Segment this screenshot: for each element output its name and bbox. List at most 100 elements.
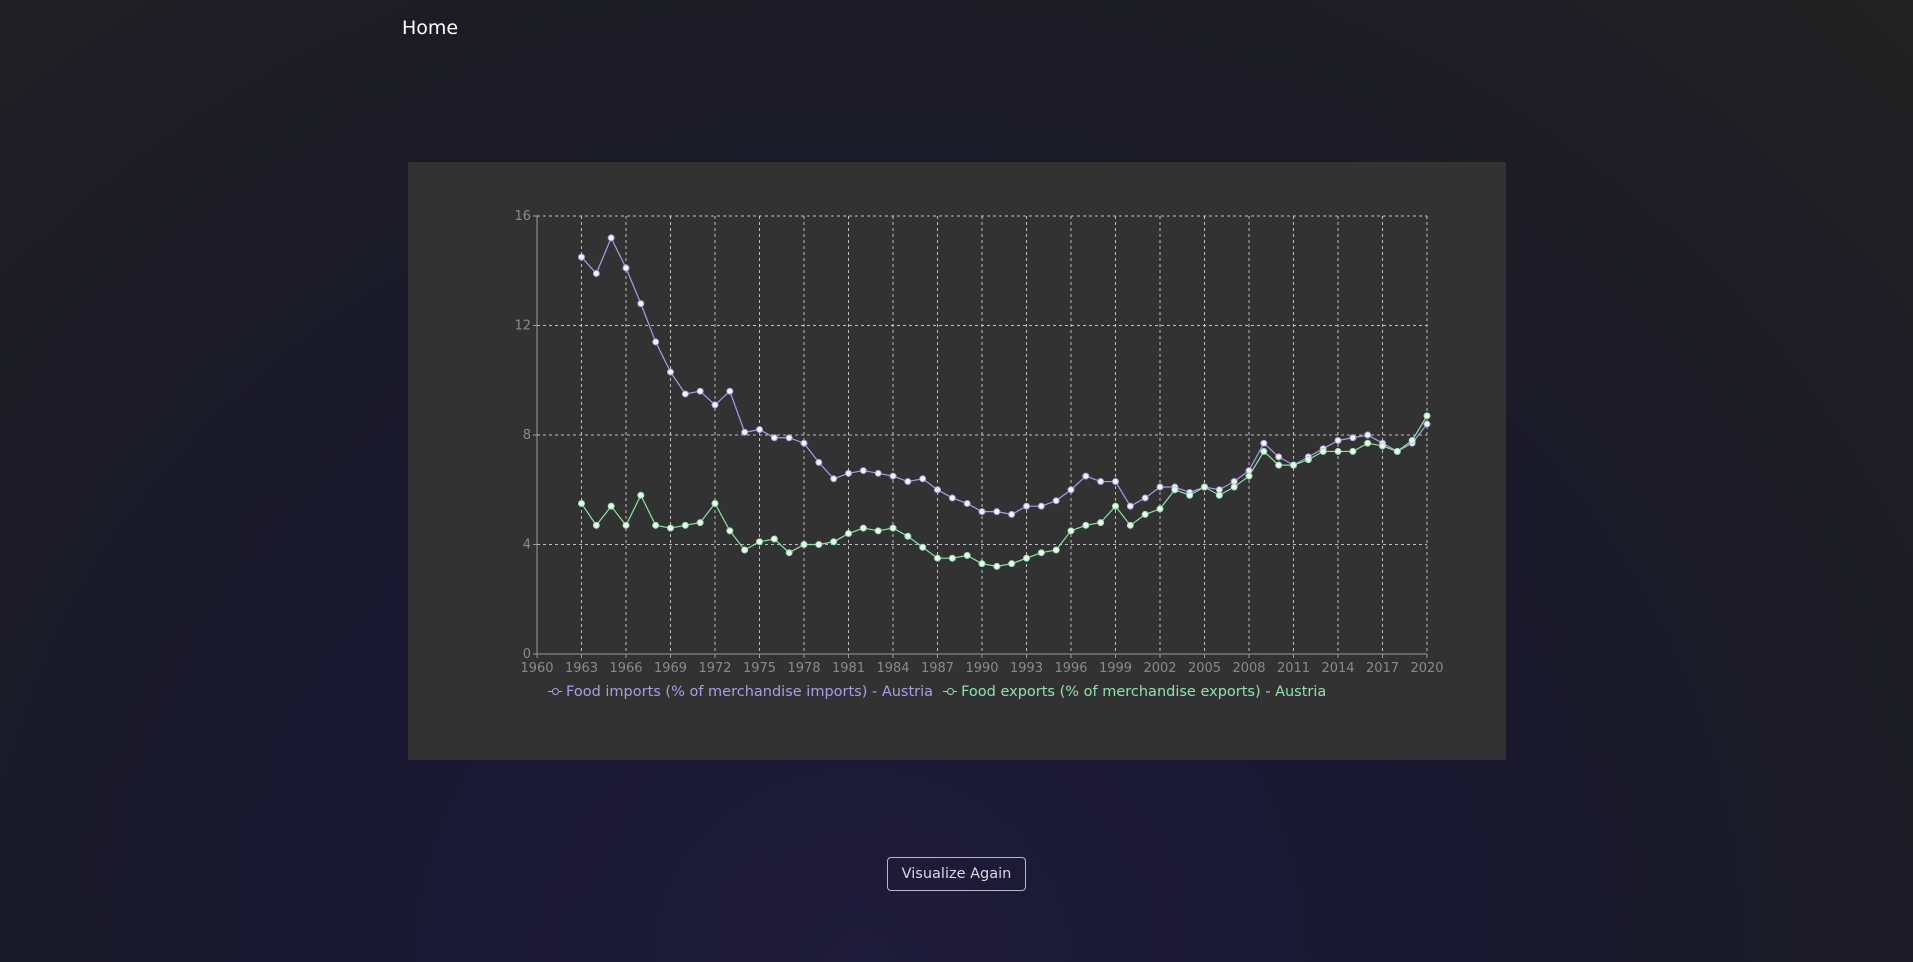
- y-tick-label: 12: [514, 319, 531, 334]
- x-tick-label: 2020: [1410, 661, 1443, 676]
- data-point-imports: [726, 387, 734, 395]
- data-point-imports: [859, 467, 867, 475]
- data-point-imports: [963, 499, 971, 507]
- data-point-exports: [1260, 447, 1268, 455]
- data-point-imports: [696, 387, 704, 395]
- data-point-exports: [1171, 486, 1179, 494]
- data-point-exports: [1112, 502, 1119, 510]
- data-point-exports: [652, 521, 660, 529]
- data-point-imports: [1023, 502, 1030, 510]
- x-tick-label: 1966: [609, 661, 642, 676]
- x-tick-label: 1984: [876, 661, 909, 676]
- chart-card: 1960 1963 1966 1969 1972 1975 1978 1981 1984 1987…: [408, 162, 1506, 760]
- series-line-imports: [581, 236, 1428, 516]
- x-tick-label: 1960: [520, 661, 553, 676]
- data-point-exports: [1126, 521, 1134, 529]
- data-point-exports: [1379, 442, 1386, 450]
- data-point-imports: [1334, 436, 1342, 444]
- data-point-exports: [1423, 412, 1431, 420]
- data-point-exports: [800, 541, 808, 548]
- data-point-imports: [1364, 431, 1372, 439]
- data-point-imports: [889, 472, 897, 480]
- data-point-exports: [770, 535, 778, 543]
- data-point-exports: [785, 549, 793, 557]
- data-point-exports: [830, 538, 838, 546]
- data-point-imports: [919, 475, 927, 483]
- data-point-imports: [1052, 497, 1060, 505]
- data-point-imports: [578, 253, 585, 261]
- x-tick-label: 1990: [965, 661, 998, 676]
- x-tick-label: 1969: [654, 661, 687, 676]
- data-point-imports: [1037, 502, 1045, 510]
- data-point-imports: [622, 264, 630, 272]
- legend-item-exports[interactable]: Food exports (% of merchandise exports) …: [943, 684, 1326, 700]
- data-point-imports: [845, 469, 852, 477]
- data-point-exports: [1319, 447, 1327, 455]
- data-point-exports: [904, 532, 912, 540]
- data-point-exports: [1037, 549, 1045, 557]
- data-point-imports: [681, 390, 689, 398]
- data-point-imports: [1275, 453, 1283, 461]
- data-point-exports: [681, 521, 689, 529]
- data-point-exports: [963, 551, 971, 559]
- data-point-imports: [652, 338, 660, 346]
- x-tick-label: 1999: [1099, 661, 1132, 676]
- y-tick-label: 16: [514, 209, 531, 224]
- legend-line-marker-icon: [548, 687, 562, 697]
- data-point-exports: [1008, 560, 1016, 568]
- x-tick-label: 1975: [743, 661, 776, 676]
- data-point-imports: [800, 439, 808, 447]
- data-point-exports: [1408, 436, 1416, 444]
- data-point-exports: [622, 521, 630, 529]
- data-point-imports: [1156, 483, 1164, 491]
- data-point-exports: [1141, 510, 1149, 518]
- data-point-exports: [1023, 554, 1030, 562]
- data-point-exports: [1230, 483, 1238, 491]
- x-tick-label: 2002: [1143, 661, 1176, 676]
- data-point-exports: [859, 524, 867, 532]
- home-link[interactable]: Home: [402, 17, 458, 39]
- x-tick-label: 1981: [832, 661, 865, 676]
- y-tick-label: 8: [523, 428, 531, 443]
- legend-label-imports: Food imports (% of merchandise imports) …: [566, 684, 934, 700]
- data-point-imports: [978, 508, 986, 516]
- data-point-exports: [1304, 456, 1312, 464]
- legend-label-exports: Food exports (% of merchandise exports) …: [961, 684, 1327, 700]
- data-point-exports: [1364, 439, 1372, 447]
- data-point-imports: [830, 475, 838, 483]
- data-point-imports: [741, 428, 749, 436]
- data-point-exports: [815, 541, 823, 548]
- data-point-exports: [1052, 546, 1060, 554]
- data-point-imports: [993, 508, 1001, 516]
- y-tick-label: 0: [523, 647, 531, 662]
- visualize-again-button[interactable]: Visualize Again: [887, 857, 1026, 891]
- data-point-imports: [667, 368, 674, 376]
- x-tick-label: 2008: [1232, 661, 1265, 676]
- data-point-imports: [948, 494, 956, 502]
- data-point-exports: [919, 543, 927, 551]
- data-point-exports: [741, 546, 749, 554]
- data-point-imports: [1260, 439, 1268, 447]
- data-point-exports: [667, 524, 674, 532]
- y-tick-label: 4: [523, 538, 531, 553]
- data-point-imports: [785, 434, 793, 442]
- x-tick-label: 1996: [1054, 661, 1087, 676]
- legend-item-imports[interactable]: Food imports (% of merchandise imports) …: [548, 684, 933, 700]
- series-line-exports: [581, 415, 1428, 568]
- x-tick-label: 2014: [1321, 661, 1354, 676]
- chart-legend: Food imports (% of merchandise imports) …: [408, 684, 1506, 700]
- data-point-exports: [948, 554, 956, 562]
- data-point-exports: [1201, 483, 1208, 491]
- data-point-imports: [934, 486, 941, 494]
- data-point-exports: [1156, 505, 1164, 513]
- data-point-imports: [1141, 494, 1149, 502]
- data-point-imports: [1349, 434, 1357, 442]
- data-point-exports: [845, 530, 852, 538]
- data-point-imports: [904, 478, 912, 486]
- data-point-imports: [1126, 502, 1134, 510]
- x-tick-label: 1963: [565, 661, 598, 676]
- data-point-exports: [711, 499, 719, 507]
- data-point-exports: [993, 562, 1001, 570]
- data-point-imports: [1112, 478, 1119, 486]
- data-point-exports: [756, 538, 763, 546]
